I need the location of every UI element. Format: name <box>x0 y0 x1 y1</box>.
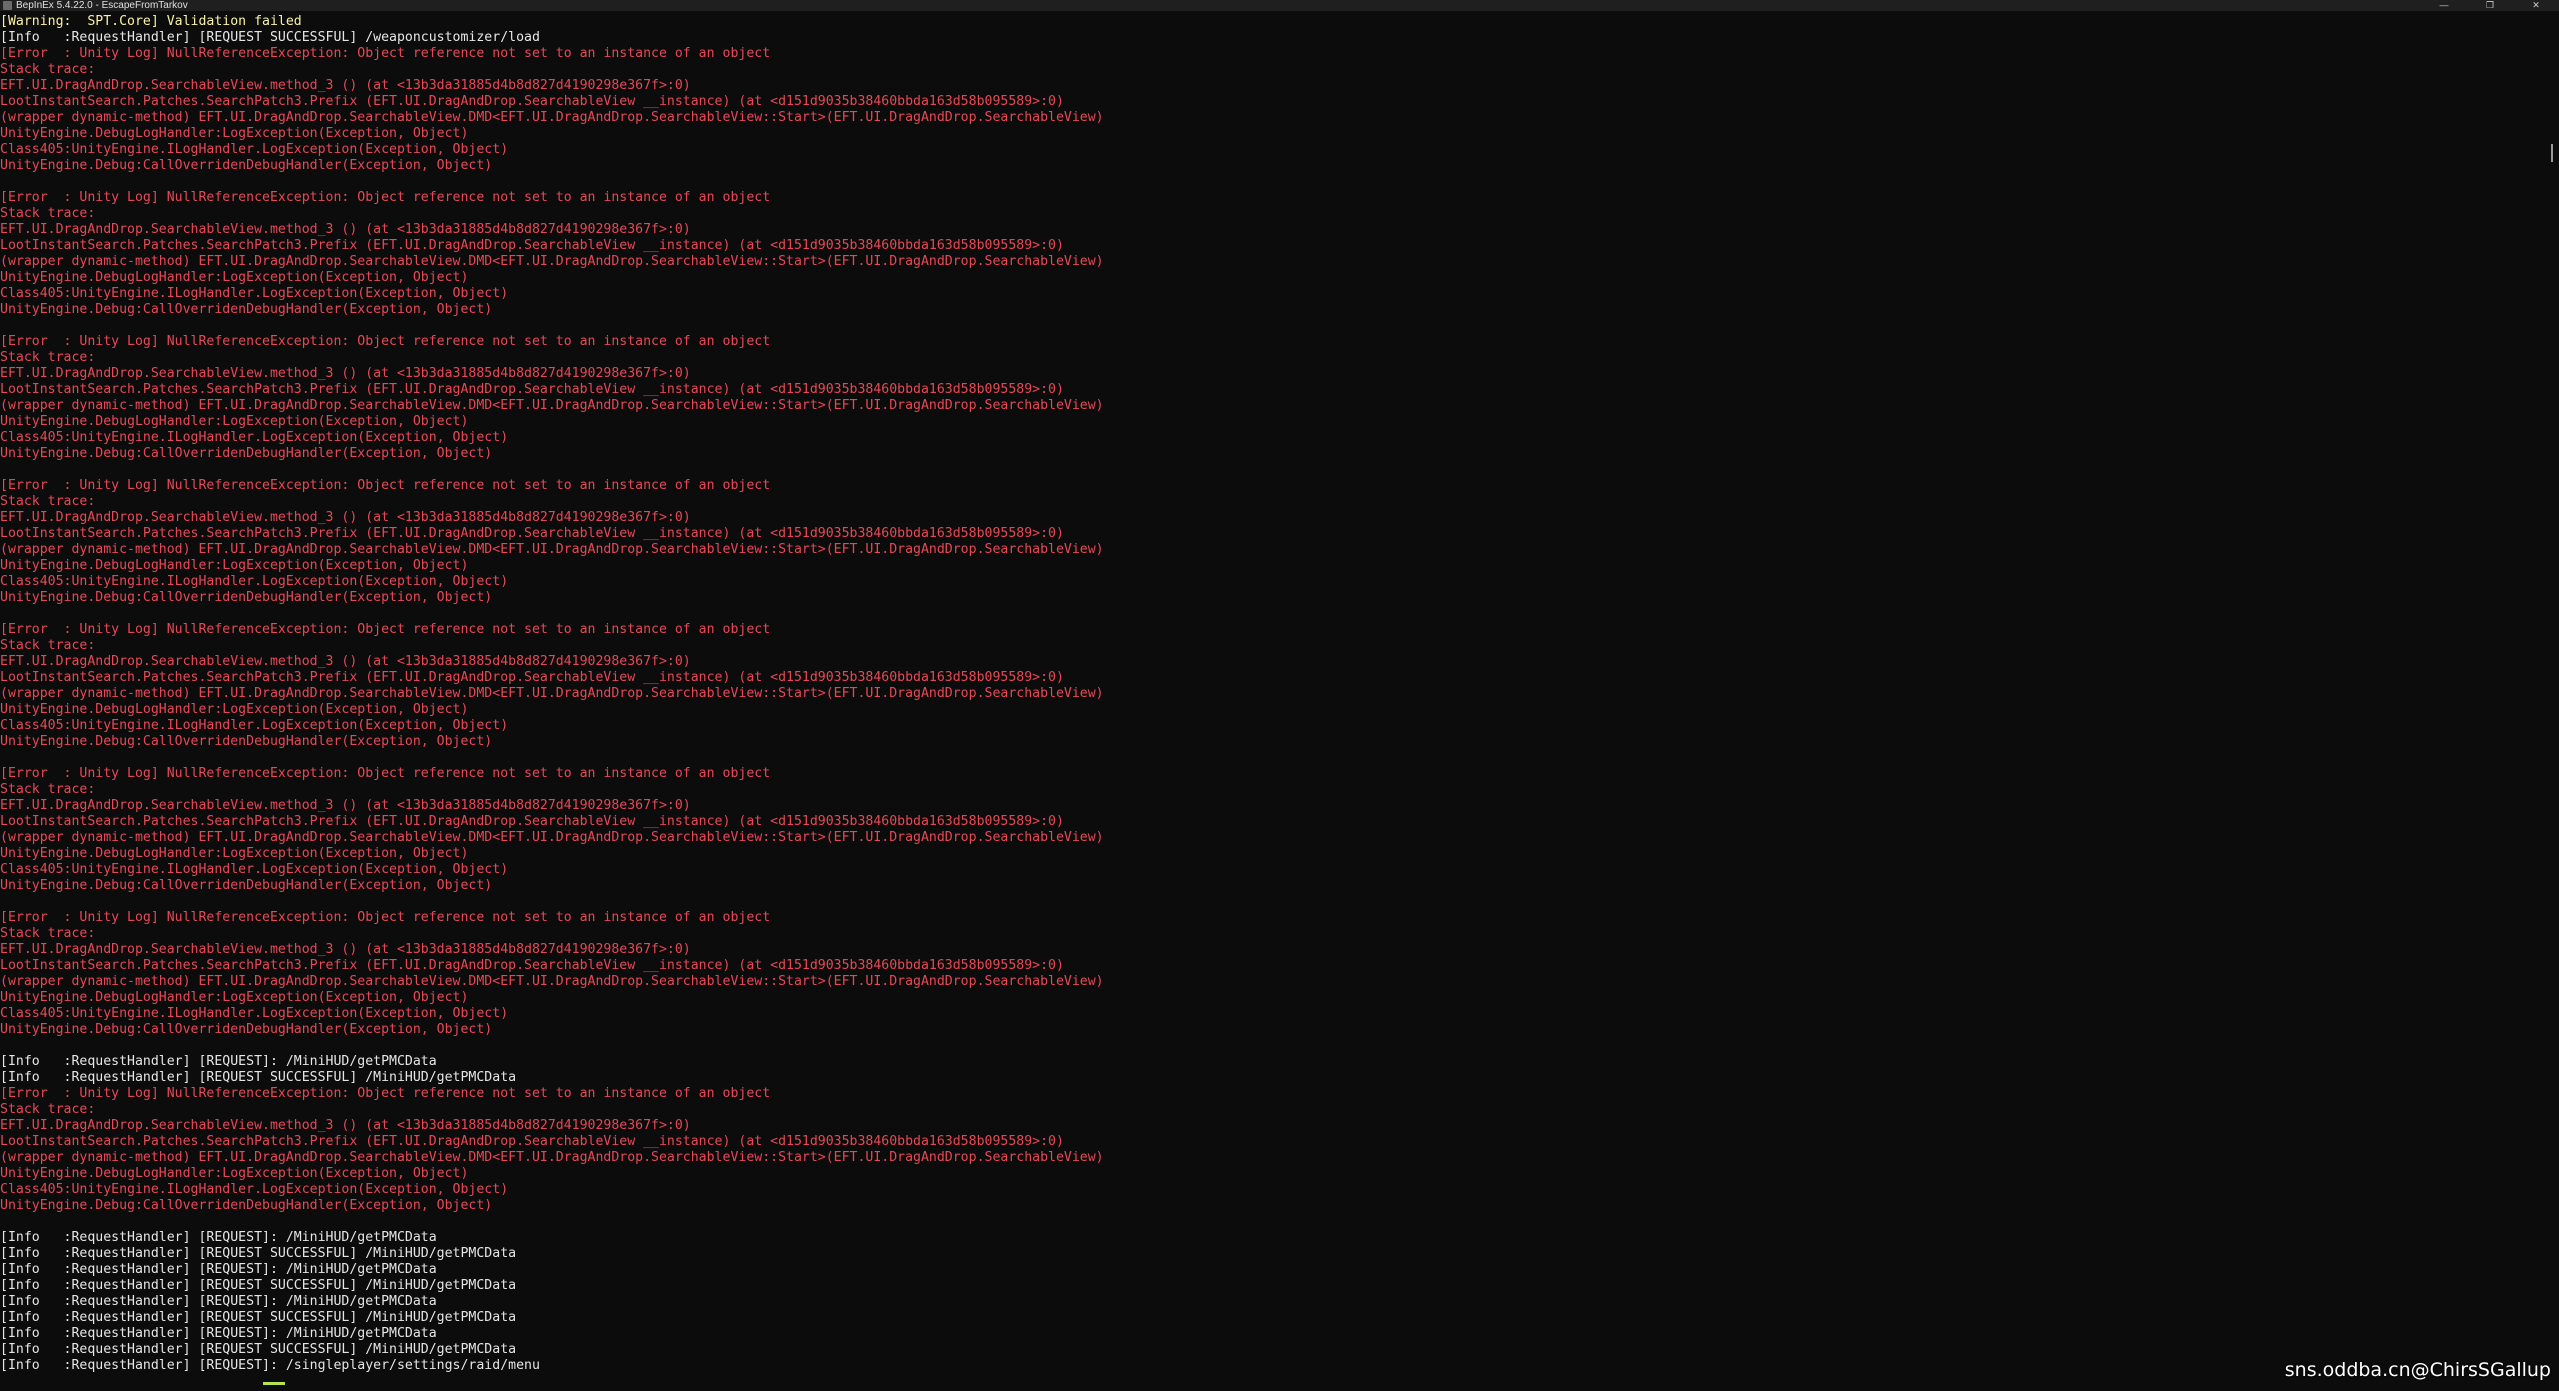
console-line-error: [Error : Unity Log] NullReferenceExcepti… <box>0 910 771 925</box>
console-line-error: [Error : Unity Log] NullReferenceExcepti… <box>0 766 771 781</box>
text-cursor <box>263 1382 285 1385</box>
console-line-error: LootInstantSearch.Patches.SearchPatch3.P… <box>0 958 1064 973</box>
window-titlebar[interactable]: BepInEx 5.4.22.0 - EscapeFromTarkov — ❐ … <box>0 0 2559 11</box>
console-line-info: [Info :RequestHandler] [REQUEST]: /singl… <box>0 1358 540 1373</box>
console-line-info: [Info :RequestHandler] [REQUEST]: /MiniH… <box>0 1294 437 1309</box>
console-line-error: [Error : Unity Log] NullReferenceExcepti… <box>0 46 771 61</box>
console-line-error: Stack trace: <box>0 638 96 653</box>
console-line-error: (wrapper dynamic-method) EFT.UI.DragAndD… <box>0 542 1104 557</box>
console-line-error: EFT.UI.DragAndDrop.SearchableView.method… <box>0 222 691 237</box>
console-line-error: EFT.UI.DragAndDrop.SearchableView.method… <box>0 654 691 669</box>
console-line-error: Stack trace: <box>0 926 96 941</box>
console-line-error: Class405:UnityEngine.ILogHandler.LogExce… <box>0 1006 509 1021</box>
console-line-error: (wrapper dynamic-method) EFT.UI.DragAndD… <box>0 110 1104 125</box>
console-line-error: EFT.UI.DragAndDrop.SearchableView.method… <box>0 366 691 381</box>
console-line-error: Class405:UnityEngine.ILogHandler.LogExce… <box>0 286 509 301</box>
console-line-error: Stack trace: <box>0 1102 96 1117</box>
console-output[interactable]: [Warning: SPT.Core] Validation failed [In… <box>0 14 2540 1384</box>
console-line-warning: [Warning: SPT.Core] Validation failed <box>0 14 302 29</box>
console-line-error: UnityEngine.DebugLogHandler:LogException… <box>0 702 469 717</box>
watermark: sns.oddba.cn@ChirsSGallup <box>2284 1359 2551 1381</box>
console-line-error: EFT.UI.DragAndDrop.SearchableView.method… <box>0 942 691 957</box>
console-line-info: [Info :RequestHandler] [REQUEST]: /MiniH… <box>0 1230 437 1245</box>
console-line-error: LootInstantSearch.Patches.SearchPatch3.P… <box>0 670 1064 685</box>
console-line-error: UnityEngine.DebugLogHandler:LogException… <box>0 270 469 285</box>
console-line-error: UnityEngine.Debug:CallOverridenDebugHand… <box>0 1022 493 1037</box>
console-line-error: UnityEngine.Debug:CallOverridenDebugHand… <box>0 1198 493 1213</box>
console-line-info: [Info :RequestHandler] [REQUEST SUCCESSF… <box>0 1310 517 1325</box>
console-line-error: LootInstantSearch.Patches.SearchPatch3.P… <box>0 238 1064 253</box>
console-line-error: Class405:UnityEngine.ILogHandler.LogExce… <box>0 718 509 733</box>
console-line-error: UnityEngine.DebugLogHandler:LogException… <box>0 414 469 429</box>
console-line-error: Stack trace: <box>0 782 96 797</box>
console-line-error: UnityEngine.DebugLogHandler:LogException… <box>0 1166 469 1181</box>
console-line-error: UnityEngine.DebugLogHandler:LogException… <box>0 846 469 861</box>
console-line-info: [Info :RequestHandler] [REQUEST]: /MiniH… <box>0 1054 437 1069</box>
console-line-error: LootInstantSearch.Patches.SearchPatch3.P… <box>0 382 1064 397</box>
console-line-error: Class405:UnityEngine.ILogHandler.LogExce… <box>0 430 509 445</box>
console-line-error: LootInstantSearch.Patches.SearchPatch3.P… <box>0 1134 1064 1149</box>
console-line-error: UnityEngine.Debug:CallOverridenDebugHand… <box>0 590 493 605</box>
console-line-error: Class405:UnityEngine.ILogHandler.LogExce… <box>0 574 509 589</box>
console-line-info: [Info :RequestHandler] [REQUEST]: /MiniH… <box>0 1262 437 1277</box>
console-line-error: (wrapper dynamic-method) EFT.UI.DragAndD… <box>0 830 1104 845</box>
close-button[interactable]: ✕ <box>2513 0 2559 11</box>
console-line-error: Class405:UnityEngine.ILogHandler.LogExce… <box>0 862 509 877</box>
console-line-error: [Error : Unity Log] NullReferenceExcepti… <box>0 478 771 493</box>
console-line-info: [Info :RequestHandler] [REQUEST SUCCESSF… <box>0 1070 517 1085</box>
console-line-error: [Error : Unity Log] NullReferenceExcepti… <box>0 1086 771 1101</box>
console-line-error: LootInstantSearch.Patches.SearchPatch3.P… <box>0 526 1064 541</box>
console-line-error: EFT.UI.DragAndDrop.SearchableView.method… <box>0 78 691 93</box>
console-line-error: UnityEngine.Debug:CallOverridenDebugHand… <box>0 158 493 173</box>
console-line-info: [Info :RequestHandler] [REQUEST SUCCESSF… <box>0 1278 517 1293</box>
console-line-error: UnityEngine.DebugLogHandler:LogException… <box>0 990 469 1005</box>
console-line-error: UnityEngine.DebugLogHandler:LogException… <box>0 558 469 573</box>
console-line-error: Stack trace: <box>0 62 96 77</box>
console-line-error: (wrapper dynamic-method) EFT.UI.DragAndD… <box>0 1150 1104 1165</box>
console-line-error: LootInstantSearch.Patches.SearchPatch3.P… <box>0 814 1064 829</box>
bepinex-icon <box>3 1 12 10</box>
console-line-error: Stack trace: <box>0 350 96 365</box>
console-line-error: EFT.UI.DragAndDrop.SearchableView.method… <box>0 510 691 525</box>
console-line-error: UnityEngine.Debug:CallOverridenDebugHand… <box>0 734 493 749</box>
console-line-info: [Info :RequestHandler] [REQUEST SUCCESSF… <box>0 1342 517 1357</box>
console-line-error: UnityEngine.DebugLogHandler:LogException… <box>0 126 469 141</box>
maximize-button[interactable]: ❐ <box>2467 0 2513 11</box>
console-line-error: Stack trace: <box>0 494 96 509</box>
vertical-scrollbar[interactable] <box>2545 11 2559 1386</box>
console-line-info: [Info :RequestHandler] [REQUEST SUCCESSF… <box>0 1246 517 1261</box>
console-line-error: (wrapper dynamic-method) EFT.UI.DragAndD… <box>0 686 1104 701</box>
console-line-error: UnityEngine.Debug:CallOverridenDebugHand… <box>0 302 493 317</box>
console-line-error: [Error : Unity Log] NullReferenceExcepti… <box>0 334 771 349</box>
window-controls: — ❐ ✕ <box>2421 0 2559 11</box>
window-title: BepInEx 5.4.22.0 - EscapeFromTarkov <box>16 0 188 11</box>
minimize-button[interactable]: — <box>2421 0 2467 11</box>
console-line-error: (wrapper dynamic-method) EFT.UI.DragAndD… <box>0 398 1104 413</box>
console-line-error: Stack trace: <box>0 206 96 221</box>
console-line-info: [Info :RequestHandler] [REQUEST SUCCESSF… <box>0 30 540 45</box>
console-line-error: (wrapper dynamic-method) EFT.UI.DragAndD… <box>0 254 1104 269</box>
console-line-error: EFT.UI.DragAndDrop.SearchableView.method… <box>0 798 691 813</box>
console-line-error: (wrapper dynamic-method) EFT.UI.DragAndD… <box>0 974 1104 989</box>
console-line-error: LootInstantSearch.Patches.SearchPatch3.P… <box>0 94 1064 109</box>
console-line-error: [Error : Unity Log] NullReferenceExcepti… <box>0 190 771 205</box>
console-line-error: UnityEngine.Debug:CallOverridenDebugHand… <box>0 446 493 461</box>
console-line-error: UnityEngine.Debug:CallOverridenDebugHand… <box>0 878 493 893</box>
console-line-info: [Info :RequestHandler] [REQUEST]: /MiniH… <box>0 1326 437 1341</box>
console-line-error: Class405:UnityEngine.ILogHandler.LogExce… <box>0 142 509 157</box>
console-line-error: [Error : Unity Log] NullReferenceExcepti… <box>0 622 771 637</box>
console-line-error: EFT.UI.DragAndDrop.SearchableView.method… <box>0 1118 691 1133</box>
scrollbar-thumb[interactable] <box>2551 144 2553 162</box>
console-line-error: Class405:UnityEngine.ILogHandler.LogExce… <box>0 1182 509 1197</box>
